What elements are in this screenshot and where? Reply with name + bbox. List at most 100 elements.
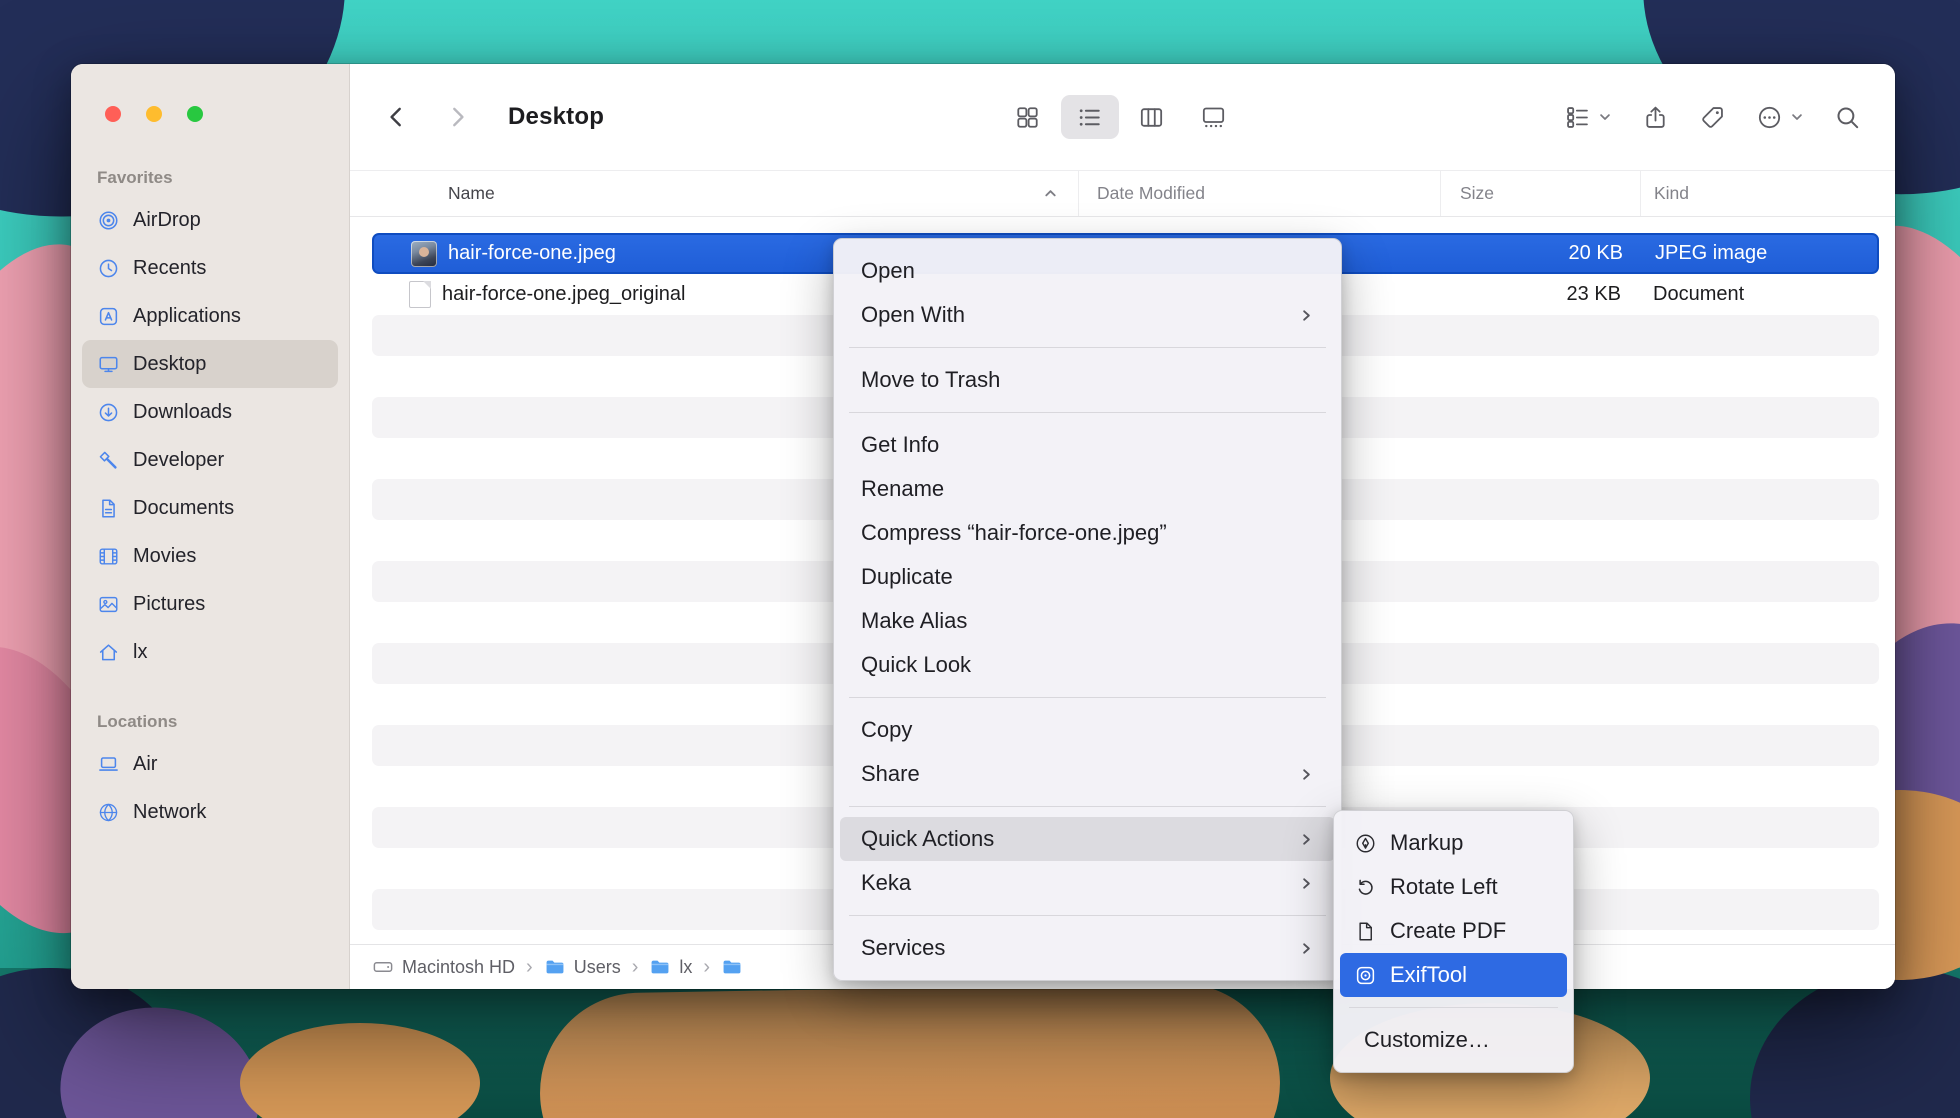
- menu-item-label: ExifTool: [1390, 962, 1467, 988]
- path-item-macintosh-hd[interactable]: Macintosh HD: [372, 956, 515, 978]
- path-item-users[interactable]: Users: [544, 956, 621, 978]
- path-separator: ›: [632, 956, 639, 979]
- sidebar-item-developer[interactable]: Developer: [82, 436, 338, 484]
- menu-separator: [849, 697, 1326, 698]
- submenu-item-exiftool[interactable]: ExifTool: [1340, 953, 1567, 997]
- menu-item-label: Services: [861, 935, 945, 961]
- tag-icon: [1699, 104, 1726, 131]
- kind-cell: JPEG image: [1642, 242, 1877, 265]
- context-menu-item-compress-hair-force-one-jpeg[interactable]: Compress “hair-force-one.jpeg”: [840, 511, 1335, 555]
- sidebar-item-label: Applications: [133, 305, 241, 328]
- minimize-button[interactable]: [146, 106, 162, 122]
- markup-icon: [1354, 832, 1377, 855]
- file-size: 20 KB: [1569, 242, 1623, 265]
- context-menu-item-copy[interactable]: Copy: [840, 708, 1335, 752]
- menu-item-label: Open With: [861, 302, 965, 328]
- context-menu-item-services[interactable]: Services: [840, 926, 1335, 970]
- sidebar-item-applications[interactable]: Applications: [82, 292, 338, 340]
- path-item-item[interactable]: [721, 956, 751, 978]
- context-menu-item-make-alias[interactable]: Make Alias: [840, 599, 1335, 643]
- sidebar-item-network[interactable]: Network: [82, 788, 338, 836]
- sidebar-item-desktop[interactable]: Desktop: [82, 340, 338, 388]
- chevron-right-small-icon: [1299, 941, 1314, 956]
- view-mode-switcher: [999, 95, 1243, 139]
- disk-icon: [372, 956, 394, 978]
- context-menu-item-rename[interactable]: Rename: [840, 467, 1335, 511]
- context-menu-item-keka[interactable]: Keka: [840, 861, 1335, 905]
- gallery-view-button[interactable]: [1185, 95, 1243, 139]
- document-file-icon: [409, 281, 431, 308]
- back-button[interactable]: [380, 95, 414, 139]
- more-button[interactable]: [1756, 104, 1804, 131]
- toolbar-left: Desktop: [380, 95, 999, 139]
- menu-item-label: Compress “hair-force-one.jpeg”: [861, 520, 1167, 546]
- menu-item-label: Create PDF: [1390, 918, 1506, 944]
- column-header-date-modified[interactable]: Date Modified: [1078, 171, 1440, 216]
- sidebar-item-lx[interactable]: lx: [82, 628, 338, 676]
- sidebar-item-label: Network: [133, 801, 206, 824]
- sidebar-item-documents[interactable]: Documents: [82, 484, 338, 532]
- kind-cell: Document: [1640, 283, 1879, 306]
- file-kind: Document: [1653, 283, 1744, 305]
- context-menu-item-quick-actions[interactable]: Quick Actions: [840, 817, 1335, 861]
- search-button[interactable]: [1834, 104, 1861, 131]
- menu-item-label: Rotate Left: [1390, 874, 1498, 900]
- context-menu-item-get-info[interactable]: Get Info: [840, 423, 1335, 467]
- forward-button[interactable]: [440, 95, 474, 139]
- sidebar-item-airdrop[interactable]: AirDrop: [82, 196, 338, 244]
- share-button[interactable]: [1642, 104, 1669, 131]
- list-view-button[interactable]: [1061, 95, 1119, 139]
- close-button[interactable]: [105, 106, 121, 122]
- context-menu: Open Open With Move to Trash Get InfoRename…: [833, 238, 1342, 981]
- folder-icon: [544, 956, 566, 978]
- create-pdf-icon: [1354, 920, 1377, 943]
- submenu-item-markup[interactable]: Markup: [1340, 821, 1567, 865]
- submenu-item-customize[interactable]: Customize…: [1340, 1018, 1567, 1062]
- column-header-label: Date Modified: [1097, 183, 1205, 204]
- grid-view-button[interactable]: [999, 95, 1057, 139]
- context-menu-item-open-with[interactable]: Open With: [840, 293, 1335, 337]
- context-menu-item-quick-look[interactable]: Quick Look: [840, 643, 1335, 687]
- documents-icon: [97, 497, 120, 520]
- group-by-button[interactable]: [1564, 104, 1612, 131]
- image-file-icon: [411, 241, 437, 267]
- path-item-lx[interactable]: lx: [649, 956, 692, 978]
- column-header-name[interactable]: Name: [350, 171, 1078, 216]
- submenu-item-create-pdf[interactable]: Create PDF: [1340, 909, 1567, 953]
- context-menu-item-duplicate[interactable]: Duplicate: [840, 555, 1335, 599]
- submenu-item-rotate-left[interactable]: Rotate Left: [1340, 865, 1567, 909]
- column-header-size[interactable]: Size: [1440, 171, 1640, 216]
- menu-item-label: Share: [861, 761, 920, 787]
- sidebar-item-recents[interactable]: Recents: [82, 244, 338, 292]
- sidebar-item-movies[interactable]: Movies: [82, 532, 338, 580]
- menu-item-label: Duplicate: [861, 564, 953, 590]
- sidebar-item-air[interactable]: Air: [82, 740, 338, 788]
- context-menu-item-share[interactable]: Share: [840, 752, 1335, 796]
- chevron-up-small-icon: [1043, 186, 1058, 201]
- grid-view-icon: [1014, 104, 1041, 131]
- column-headers: Name Date Modified SizeKind: [350, 170, 1895, 217]
- sidebar-section-title: Favorites: [71, 168, 349, 196]
- context-menu-item-move-to-trash[interactable]: Move to Trash: [840, 358, 1335, 402]
- sidebar-item-downloads[interactable]: Downloads: [82, 388, 338, 436]
- zoom-button[interactable]: [187, 106, 203, 122]
- rotate-left-icon: [1354, 876, 1377, 899]
- list-view-icon: [1076, 104, 1103, 131]
- column-header-kind[interactable]: Kind: [1640, 171, 1895, 216]
- sidebar-section-locations: LocationsAirNetwork: [71, 712, 349, 836]
- menu-item-label: Copy: [861, 717, 912, 743]
- toolbar-actions: [1243, 104, 1862, 131]
- window-title: Desktop: [508, 103, 604, 131]
- column-view-button[interactable]: [1123, 95, 1181, 139]
- tag-button[interactable]: [1699, 104, 1726, 131]
- file-kind: JPEG image: [1655, 242, 1767, 264]
- more-icon: [1756, 104, 1783, 131]
- context-menu-item-open[interactable]: Open: [840, 249, 1335, 293]
- exiftool-icon: [1354, 964, 1377, 987]
- sidebar-item-pictures[interactable]: Pictures: [82, 580, 338, 628]
- sidebar-sections: FavoritesAirDropRecents Applications Deskt…: [71, 64, 349, 836]
- path-separator: ›: [703, 956, 710, 979]
- wallpaper-shape: [538, 982, 1281, 1118]
- chevron-down-icon: [1790, 110, 1804, 124]
- menu-item-label: Open: [861, 258, 915, 284]
